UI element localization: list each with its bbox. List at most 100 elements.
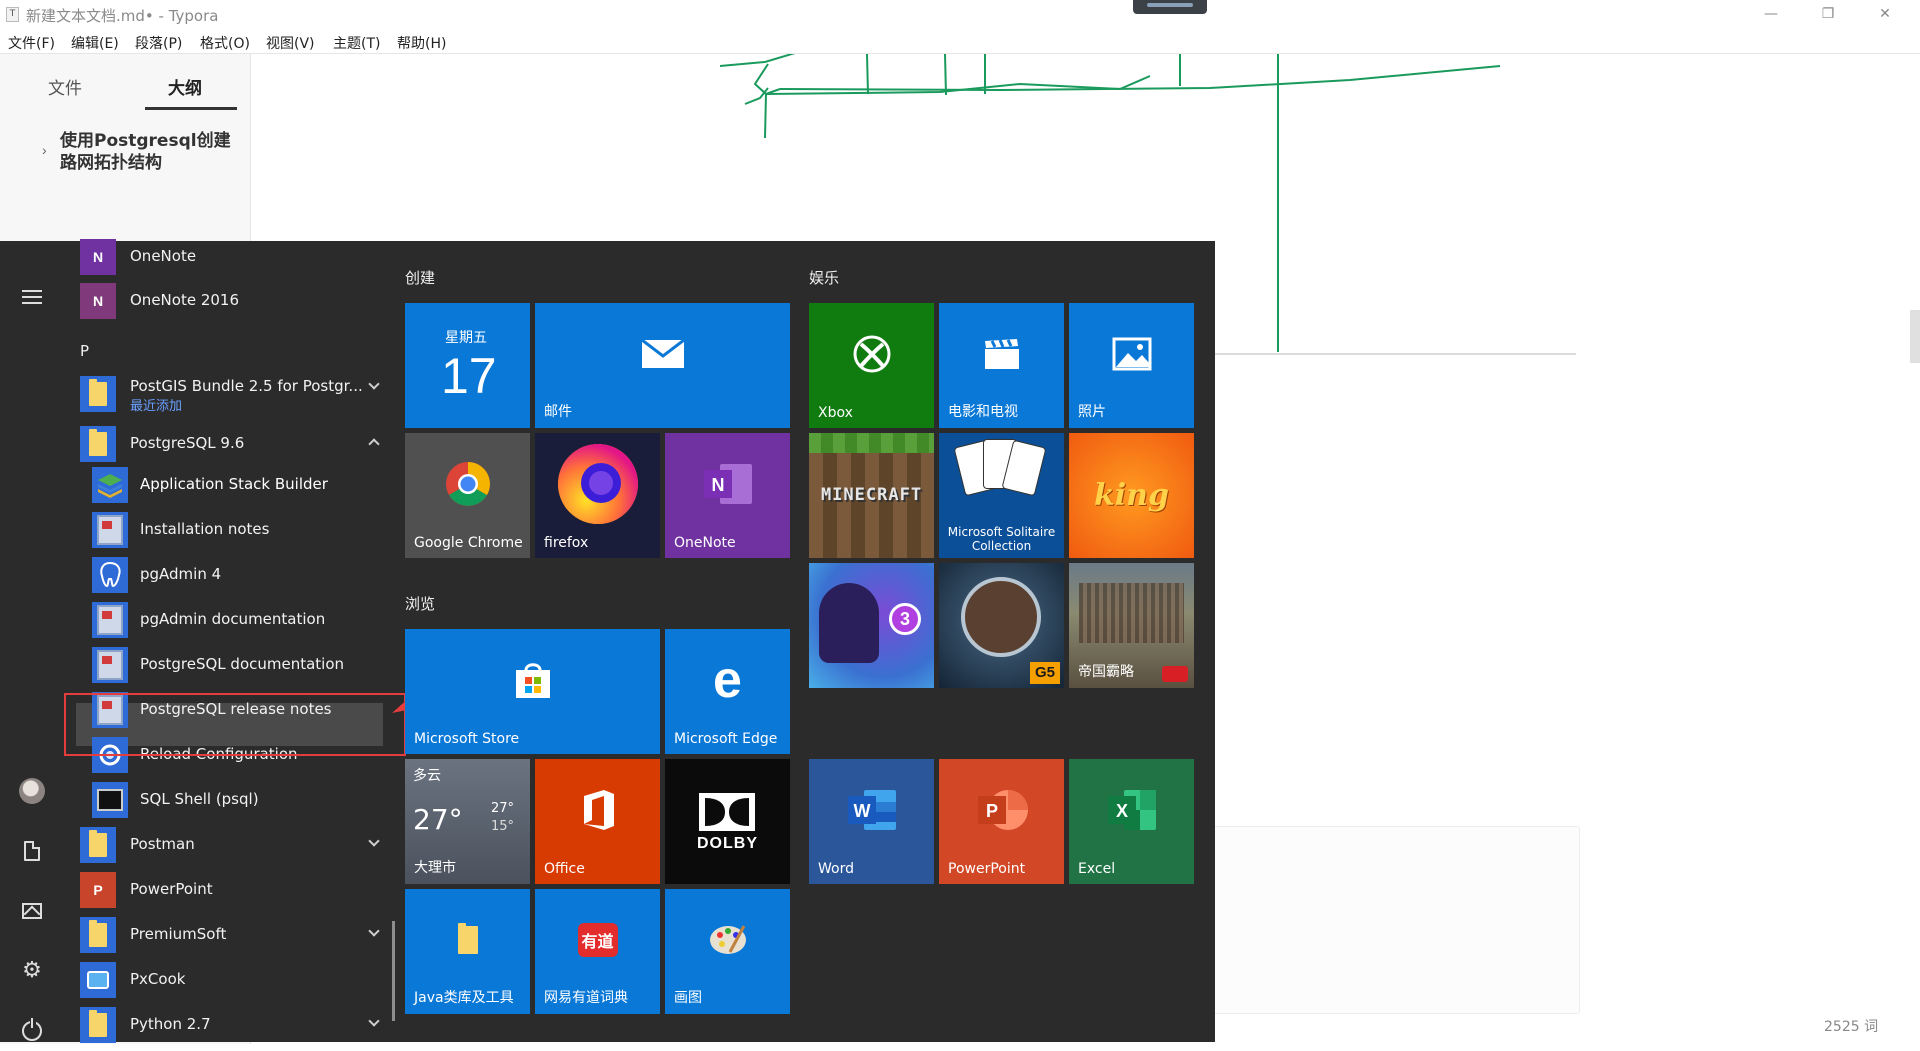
tile-microsoft-edge[interactable]: e Microsoft Edge: [665, 629, 790, 754]
group-title-create[interactable]: 创建: [405, 267, 435, 288]
list-item-pxcook[interactable]: PxCook: [64, 958, 384, 1002]
expand-menu-button[interactable]: [12, 277, 52, 317]
tile-dolby[interactable]: DOLBY: [665, 759, 790, 884]
list-item-postgresql-documentation[interactable]: PostgreSQL documentation: [76, 643, 384, 687]
folder-icon: [405, 889, 530, 990]
tile-java-tools[interactable]: Java类库及工具: [405, 889, 530, 1014]
menu-paragraph[interactable]: 段落(P): [135, 33, 182, 53]
power-button[interactable]: [12, 1011, 52, 1051]
tile-excel[interactable]: X Excel: [1069, 759, 1194, 884]
window-title: 新建文本文档.md• - Typora: [26, 7, 219, 25]
folder-icon: [80, 376, 116, 412]
tile-label: Office: [544, 861, 585, 877]
close-button[interactable]: ✕: [1857, 0, 1913, 29]
list-item-postman[interactable]: Postman: [64, 823, 384, 867]
tile-label: 电影和电视: [948, 404, 1018, 420]
gear-icon: ⚙: [22, 958, 42, 983]
document-icon: [92, 647, 128, 683]
youdao-icon: 有道: [535, 889, 660, 990]
list-item-pgadmin-4[interactable]: pgAdmin 4: [76, 553, 384, 597]
minimize-button[interactable]: —: [1743, 0, 1799, 29]
app-label: PostGIS Bundle 2.5 for Postgr...: [130, 377, 363, 395]
list-item-onenote-2016[interactable]: N OneNote 2016: [64, 279, 384, 323]
app-label: Installation notes: [140, 520, 270, 538]
list-item-sql-shell[interactable]: SQL Shell (psql): [76, 778, 384, 822]
tab-outline[interactable]: 大纲: [168, 74, 202, 99]
chevron-right-icon[interactable]: ›: [42, 142, 47, 158]
outline-heading-item[interactable]: 使用Postgresql创建路网拓扑结构: [60, 130, 240, 174]
tile-minecraft[interactable]: MINECRAFT: [809, 433, 934, 558]
close-icon: ✕: [1879, 6, 1891, 22]
list-item-onenote[interactable]: N OneNote: [64, 235, 384, 279]
tile-google-chrome[interactable]: Google Chrome: [405, 433, 530, 558]
tile-mail[interactable]: 邮件: [535, 303, 790, 428]
powerpoint-icon: P: [80, 872, 116, 908]
document-icon: [92, 602, 128, 638]
list-item-postgis[interactable]: PostGIS Bundle 2.5 for Postgr... 最近添加: [64, 370, 384, 420]
menu-view[interactable]: 视图(V): [266, 33, 315, 53]
tile-photos[interactable]: 照片: [1069, 303, 1194, 428]
restore-button[interactable]: ❐: [1800, 0, 1856, 29]
weather-low: 15°: [491, 819, 515, 834]
tile-label: Microsoft Solitaire Collection: [947, 525, 1056, 553]
app-label: Application Stack Builder: [140, 475, 328, 493]
app-label: PostgreSQL release notes: [140, 700, 332, 718]
menu-edit[interactable]: 编辑(E): [71, 33, 119, 53]
tab-files[interactable]: 文件: [48, 74, 82, 99]
app-label: SQL Shell (psql): [140, 790, 259, 808]
tile-onenote[interactable]: N OneNote: [665, 433, 790, 558]
tile-office[interactable]: Office: [535, 759, 660, 884]
settings-button[interactable]: ⚙: [12, 951, 52, 991]
list-item-installation-notes[interactable]: Installation notes: [76, 508, 384, 552]
tile-powerpoint[interactable]: P PowerPoint: [939, 759, 1064, 884]
editor-scrollbar[interactable]: [1910, 310, 1920, 363]
pictures-button[interactable]: [12, 891, 52, 931]
menu-help[interactable]: 帮助(H): [397, 33, 446, 53]
list-item-reload-configuration[interactable]: Reload Configuration: [76, 733, 384, 777]
folder-icon: [80, 917, 116, 953]
tile-weather[interactable]: 多云 27° 27° 15° 大理市: [405, 759, 530, 884]
tile-microsoft-store[interactable]: Microsoft Store: [405, 629, 660, 754]
word-count[interactable]: 2525 词: [1824, 1016, 1878, 1036]
word-icon: W: [809, 759, 934, 860]
list-item-postgresql-release-notes[interactable]: PostgreSQL release notes: [76, 688, 384, 732]
user-account-button[interactable]: [12, 771, 52, 811]
tile-calendar[interactable]: 星期五 17: [405, 303, 530, 428]
code-block[interactable]: [1200, 826, 1580, 1014]
app-label: OneNote 2016: [130, 291, 239, 309]
list-item-premiumsoft[interactable]: PremiumSoft: [64, 913, 384, 957]
documents-button[interactable]: [12, 831, 52, 871]
tile-firefox[interactable]: firefox: [535, 433, 660, 558]
list-item-postgresql-folder[interactable]: PostgreSQL 9.6: [64, 422, 384, 466]
tile-xbox[interactable]: Xbox: [809, 303, 934, 428]
tile-solitaire[interactable]: Microsoft Solitaire Collection: [939, 433, 1064, 558]
paint-palette-icon: [665, 889, 790, 990]
pgadmin-elephant-icon: [92, 557, 128, 593]
tile-hidden-city[interactable]: G5: [939, 563, 1064, 688]
mail-icon: [535, 303, 790, 404]
group-title-entertainment[interactable]: 娱乐: [809, 267, 839, 288]
tile-youdao-dictionary[interactable]: 有道 网易有道词典: [535, 889, 660, 1014]
tile-word[interactable]: W Word: [809, 759, 934, 884]
calendar-weekday: 星期五: [445, 330, 487, 346]
dolby-logo-icon: [699, 793, 755, 831]
tile-movies-tv[interactable]: 电影和电视: [939, 303, 1064, 428]
list-item-powerpoint[interactable]: P PowerPoint: [64, 868, 384, 912]
tile-empire[interactable]: 帝国霸略: [1069, 563, 1194, 688]
tile-paint[interactable]: 画图: [665, 889, 790, 1014]
xbox-icon: [809, 303, 934, 404]
tile-king[interactable]: king: [1069, 433, 1194, 558]
menu-theme[interactable]: 主题(T): [333, 33, 380, 53]
group-title-browse[interactable]: 浏览: [405, 593, 435, 614]
tile-bubble-witch[interactable]: 3: [809, 563, 934, 688]
menu-file[interactable]: 文件(F): [8, 33, 55, 53]
start-rail: ⚙: [0, 241, 64, 1042]
list-item-python-27[interactable]: Python 2.7: [64, 1003, 384, 1047]
list-item-application-stack-builder[interactable]: Application Stack Builder: [76, 463, 384, 507]
app-label: Python 2.7: [130, 1015, 211, 1033]
hamburger-icon: [22, 290, 42, 304]
letter-header-p[interactable]: P: [80, 342, 89, 360]
menu-format[interactable]: 格式(O): [200, 33, 250, 53]
app-list-scrollbar[interactable]: [392, 921, 395, 1021]
list-item-pgadmin-documentation[interactable]: pgAdmin documentation: [76, 598, 384, 642]
